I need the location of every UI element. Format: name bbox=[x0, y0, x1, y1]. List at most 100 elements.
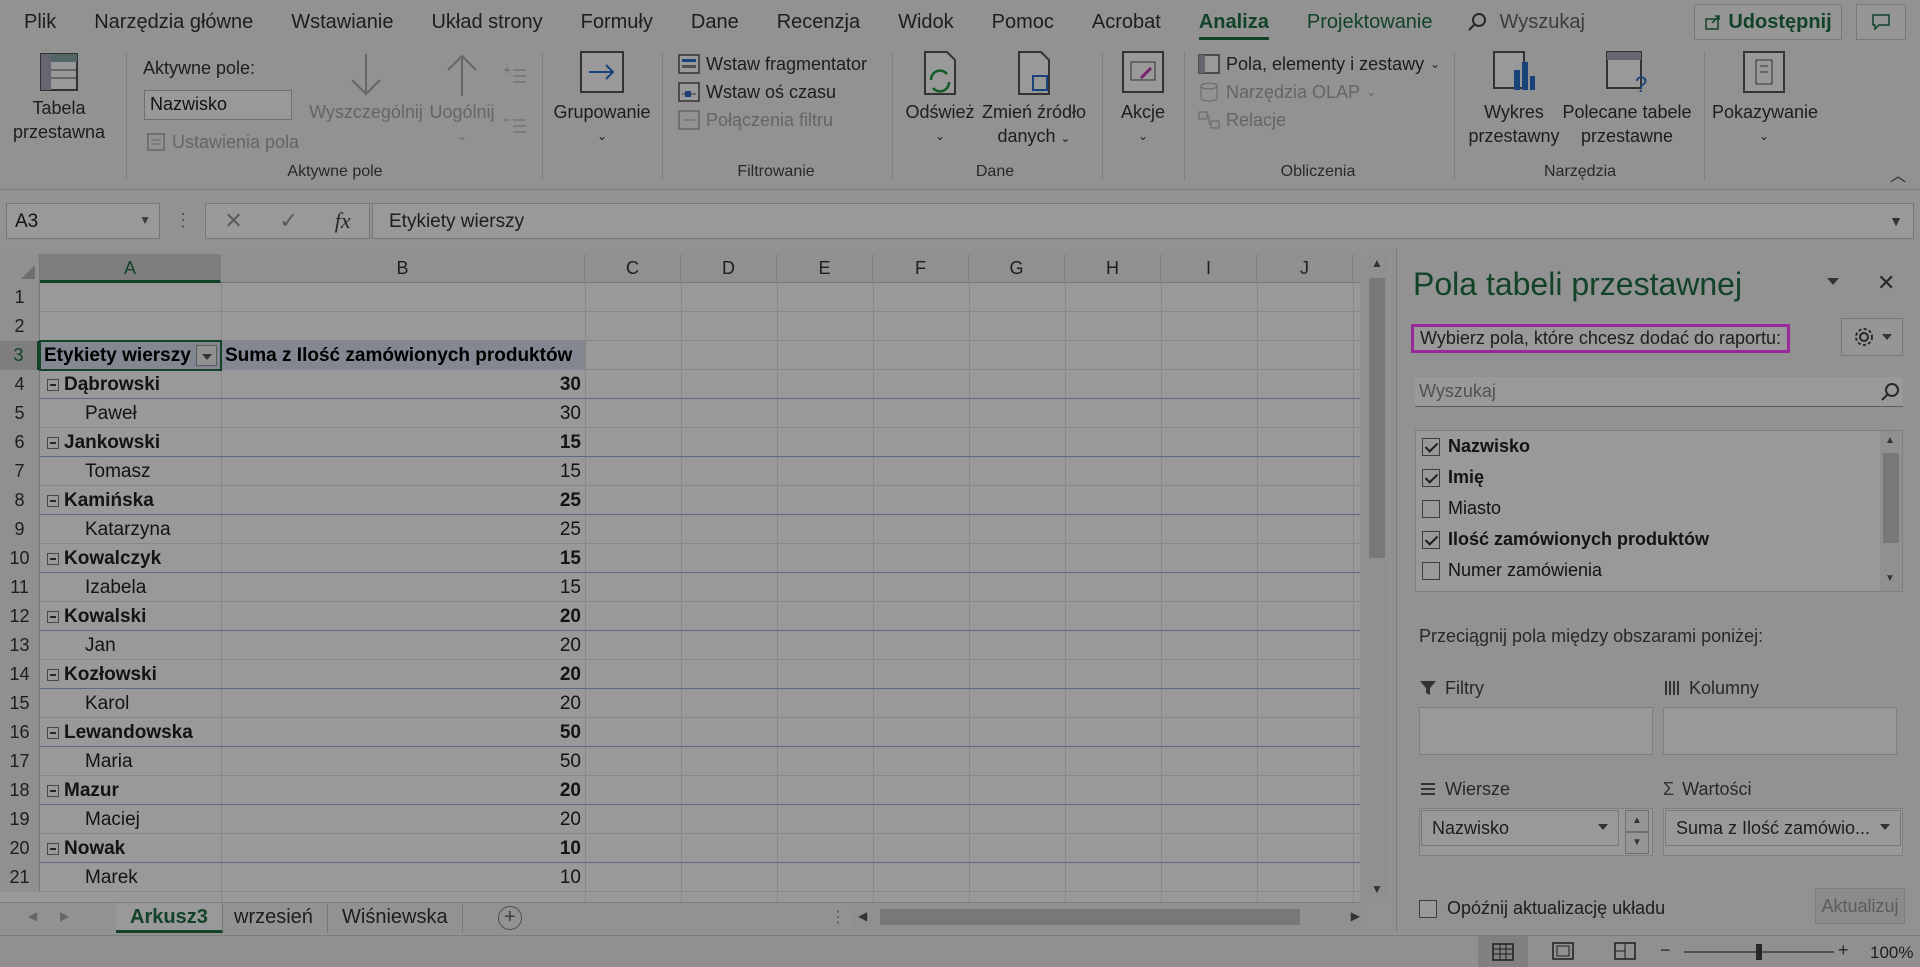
field-item-imie[interactable]: Imię bbox=[1416, 462, 1484, 493]
scroll-up-icon[interactable]: ▲ bbox=[1369, 256, 1385, 272]
menu-home[interactable]: Narzędzia główne bbox=[75, 0, 272, 44]
collapse-ribbon-icon[interactable]: ︿ bbox=[1890, 162, 1906, 186]
next-sheet-icon[interactable]: ▶ bbox=[60, 909, 69, 923]
zoom-out-icon[interactable]: − bbox=[1660, 940, 1671, 961]
pivot-value-cell[interactable]: 15 bbox=[221, 544, 585, 573]
zoom-level[interactable]: 100% bbox=[1870, 943, 1913, 963]
menu-view[interactable]: Widok bbox=[879, 0, 973, 44]
drill-up-button[interactable]: Uogólnij ⌄ bbox=[426, 50, 498, 148]
pivot-item-label[interactable]: Izabela bbox=[40, 573, 221, 602]
tell-me-search[interactable]: Wyszukaj bbox=[1466, 11, 1606, 34]
row-header[interactable]: 4 bbox=[0, 370, 40, 399]
row-header[interactable]: 10 bbox=[0, 544, 40, 573]
row-header[interactable]: 20 bbox=[0, 834, 40, 863]
active-field-input[interactable]: Nazwisko bbox=[144, 90, 292, 120]
menu-insert[interactable]: Wstawianie bbox=[272, 0, 412, 44]
pivot-group-label[interactable]: Kowalski bbox=[40, 602, 221, 631]
pivot-item-label[interactable]: Maria bbox=[40, 747, 221, 776]
row-header[interactable]: 21 bbox=[0, 863, 40, 892]
scroll-thumb[interactable] bbox=[1369, 278, 1385, 558]
spreadsheet-grid[interactable]: A B C D E F G H I J 1 2 3 Etykiety wiers… bbox=[0, 254, 1360, 902]
filter-connections-button[interactable]: Połączenia filtru bbox=[678, 108, 833, 132]
collapse-toggle-icon[interactable] bbox=[47, 437, 59, 449]
relations-button[interactable]: Relacje bbox=[1198, 108, 1286, 132]
scroll-down-icon[interactable]: ▼ bbox=[1625, 832, 1649, 854]
pivot-table-button[interactable]: Tabela przestawna bbox=[6, 50, 112, 144]
pivot-value-cell[interactable]: 25 bbox=[221, 515, 585, 544]
pivot-value-cell[interactable]: 20 bbox=[221, 602, 585, 631]
show-button[interactable]: Pokazywanie ⌄ bbox=[1712, 50, 1818, 148]
share-button[interactable]: Udostępnij bbox=[1694, 4, 1842, 40]
column-header-j[interactable]: J bbox=[1257, 254, 1353, 283]
pivot-sum-header[interactable]: Suma z Ilość zamówionych produktów bbox=[221, 341, 585, 370]
sheet-tab-wisniewska[interactable]: Wiśniewska bbox=[328, 903, 463, 933]
row-header[interactable]: 16 bbox=[0, 718, 40, 747]
menu-formulas[interactable]: Formuły bbox=[562, 0, 672, 44]
enter-icon[interactable]: ✓ bbox=[280, 208, 298, 234]
menu-analyze[interactable]: Analiza bbox=[1180, 0, 1288, 44]
menu-design[interactable]: Projektowanie bbox=[1288, 0, 1452, 44]
menu-help[interactable]: Pomoc bbox=[973, 0, 1073, 44]
scroll-right-icon[interactable]: ▶ bbox=[1351, 909, 1360, 923]
field-settings-button[interactable]: Ustawienia pola bbox=[146, 130, 299, 154]
field-item-miasto[interactable]: Miasto bbox=[1416, 493, 1501, 524]
filters-drop-zone[interactable] bbox=[1419, 707, 1653, 755]
scroll-up-icon[interactable]: ▲ bbox=[1625, 810, 1649, 832]
field-search-input[interactable]: Wyszukaj bbox=[1415, 377, 1903, 407]
collapse-toggle-icon[interactable] bbox=[47, 611, 59, 623]
row-header[interactable]: 18 bbox=[0, 776, 40, 805]
pivot-item-label[interactable]: Jan bbox=[40, 631, 221, 660]
drill-down-button[interactable]: Wyszczególnij bbox=[306, 50, 426, 124]
actions-button[interactable]: Akcje ⌄ bbox=[1110, 50, 1176, 148]
pivot-chart-button[interactable]: Wykres przestawny bbox=[1462, 50, 1566, 148]
horizontal-scrollbar[interactable]: ◀ ▶ bbox=[852, 906, 1366, 928]
column-header-a[interactable]: A bbox=[40, 254, 221, 283]
pivot-value-cell[interactable]: 20 bbox=[221, 689, 585, 718]
scroll-thumb[interactable] bbox=[880, 909, 1300, 925]
row-header[interactable]: 6 bbox=[0, 428, 40, 457]
more-options-icon[interactable]: ⋮ bbox=[174, 210, 192, 231]
columns-drop-zone[interactable] bbox=[1663, 707, 1897, 755]
cancel-icon[interactable]: ✕ bbox=[224, 208, 242, 234]
pivot-group-label[interactable]: Nowak bbox=[40, 834, 221, 863]
pivot-item-label[interactable]: Karol bbox=[40, 689, 221, 718]
row-header[interactable]: 13 bbox=[0, 631, 40, 660]
vertical-scrollbar[interactable]: ▲ ▼ bbox=[1366, 254, 1388, 902]
zoom-slider-thumb[interactable] bbox=[1756, 944, 1762, 960]
fields-items-sets-button[interactable]: Pola, elementy i zestawy ⌄ bbox=[1198, 52, 1440, 76]
scroll-up-icon[interactable]: ▲ bbox=[1885, 435, 1895, 446]
page-break-view-icon[interactable] bbox=[1614, 942, 1636, 965]
pivot-value-cell[interactable]: 10 bbox=[221, 834, 585, 863]
pivot-value-cell[interactable]: 10 bbox=[221, 863, 585, 892]
row-header[interactable]: 5 bbox=[0, 399, 40, 428]
select-all-corner[interactable] bbox=[0, 254, 40, 283]
checkbox[interactable] bbox=[1422, 437, 1440, 456]
pivot-group-label[interactable]: Kamińska bbox=[40, 486, 221, 515]
row-header[interactable]: 2 bbox=[0, 312, 40, 341]
checkbox[interactable] bbox=[1422, 561, 1440, 580]
column-header-e[interactable]: E bbox=[777, 254, 873, 283]
scroll-down-icon[interactable]: ▼ bbox=[1369, 882, 1385, 898]
close-icon[interactable]: ✕ bbox=[1877, 270, 1895, 296]
prev-sheet-icon[interactable]: ◀ bbox=[28, 909, 37, 923]
pivot-value-cell[interactable]: 20 bbox=[221, 631, 585, 660]
scroll-down-icon[interactable]: ▼ bbox=[1885, 573, 1895, 584]
pivot-value-cell[interactable]: 20 bbox=[221, 805, 585, 834]
pivot-item-label[interactable]: Tomasz bbox=[40, 457, 221, 486]
pivot-value-cell[interactable]: 20 bbox=[221, 776, 585, 805]
row-header[interactable]: 14 bbox=[0, 660, 40, 689]
collapse-toggle-icon[interactable] bbox=[47, 379, 59, 391]
row-header[interactable]: 15 bbox=[0, 689, 40, 718]
field-list-scrollbar[interactable]: ▲ ▼ bbox=[1880, 431, 1902, 591]
pivot-value-cell[interactable]: 15 bbox=[221, 428, 585, 457]
update-button[interactable]: Aktualizuj bbox=[1815, 888, 1905, 924]
insert-slicer-button[interactable]: Wstaw fragmentator bbox=[678, 52, 867, 76]
collapse-toggle-icon[interactable] bbox=[47, 669, 59, 681]
recommended-pivots-button[interactable]: ? Polecane tabele przestawne bbox=[1562, 50, 1692, 148]
grouping-button[interactable]: Grupowanie ⌄ bbox=[552, 50, 652, 148]
pivot-value-cell[interactable]: 15 bbox=[221, 457, 585, 486]
defer-update[interactable]: Opóźnij aktualizację układu bbox=[1419, 898, 1665, 919]
scroll-left-icon[interactable]: ◀ bbox=[858, 909, 867, 923]
tab-split-handle-icon[interactable]: ⋮ bbox=[830, 907, 846, 927]
insert-function-icon[interactable]: fx bbox=[335, 208, 351, 234]
